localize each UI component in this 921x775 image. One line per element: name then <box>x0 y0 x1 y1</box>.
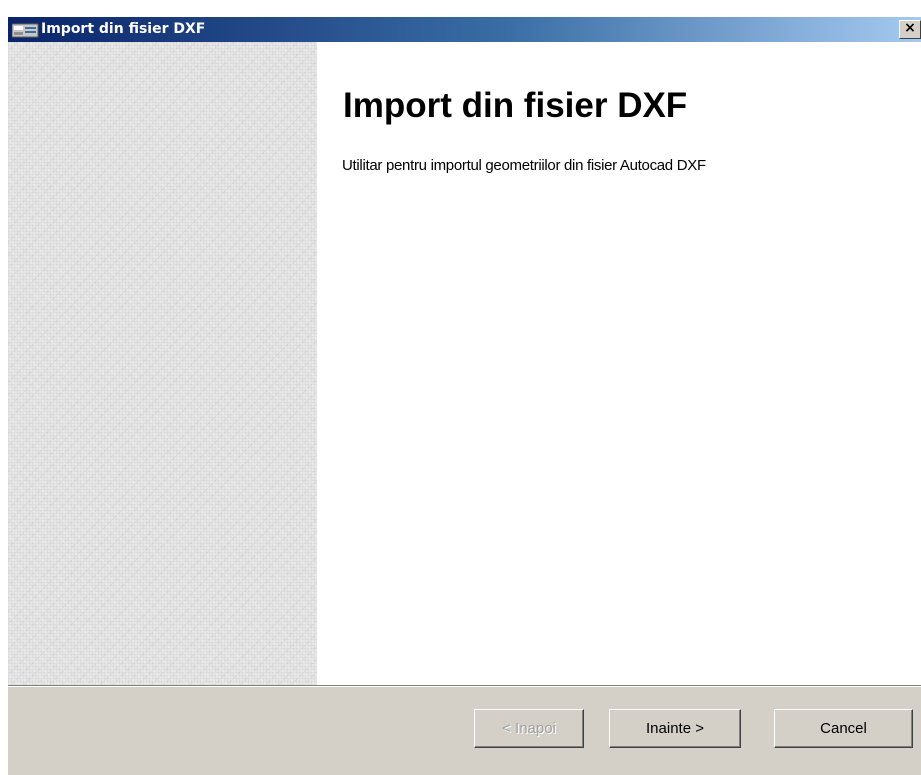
import-dxf-dialog: Import din fisier DXF × Import din fisie… <box>8 17 921 775</box>
back-button[interactable]: < Inapoi <box>474 709 584 748</box>
title-bar[interactable]: Import din fisier DXF × <box>8 17 921 42</box>
close-button[interactable]: × <box>899 20 921 39</box>
page-description: Utilitar pentru importul geometriilor di… <box>342 157 706 174</box>
page-title: Import din fisier DXF <box>343 86 688 125</box>
cancel-button[interactable]: Cancel <box>774 709 913 748</box>
wizard-content: Import din fisier DXF Utilitar pentru im… <box>317 42 921 685</box>
window-title: Import din fisier DXF <box>41 21 206 37</box>
wizard-side-image <box>8 42 317 685</box>
next-button[interactable]: Inainte > <box>609 709 741 748</box>
app-icon <box>11 22 40 38</box>
close-icon: × <box>904 20 916 36</box>
footer-separator <box>8 685 921 687</box>
